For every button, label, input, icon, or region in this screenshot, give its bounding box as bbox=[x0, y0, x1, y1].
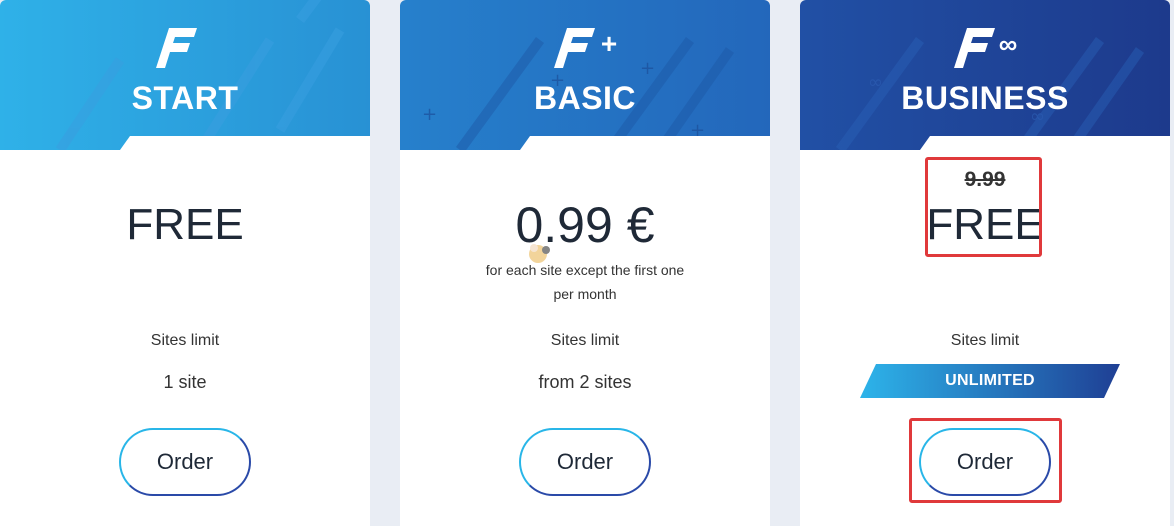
sites-limit-label: Sites limit bbox=[950, 332, 1020, 349]
sites-limit-value: 1 site bbox=[163, 372, 207, 392]
plan-logo: ∞ bbox=[800, 24, 1170, 70]
plan-price: FREE bbox=[926, 200, 1044, 249]
order-button-start[interactable]: Order bbox=[119, 428, 251, 496]
order-button-business[interactable]: Order bbox=[919, 428, 1051, 496]
plan-logo bbox=[0, 24, 370, 70]
sites-limit-label: Sites limit bbox=[150, 332, 220, 349]
plan-name: BUSINESS bbox=[901, 80, 1069, 116]
header-background: + + + + bbox=[400, 0, 770, 150]
plan-header-business: ∞ ∞ ∞ BUSINESS bbox=[800, 0, 1170, 150]
plan-price: FREE bbox=[126, 200, 244, 249]
sites-limit-label: Sites limit bbox=[550, 332, 620, 349]
old-price: 9.99 bbox=[964, 168, 1006, 191]
sites-limit-value: from 2 sites bbox=[538, 372, 632, 392]
plan-logo: + bbox=[400, 24, 770, 70]
plus-icon: + bbox=[600, 28, 618, 59]
plan-header-start: START bbox=[0, 0, 370, 150]
plan-name: BASIC bbox=[533, 80, 637, 116]
sites-limit-value: UNLIMITED bbox=[945, 372, 1035, 389]
plan-card-business: ∞ ∞ ∞ BUSINESS 9.99 FREE Sites limit UNL bbox=[800, 0, 1170, 526]
snail-icon bbox=[529, 244, 550, 263]
infinity-icon: ∞ bbox=[998, 29, 1018, 59]
watermark-logo bbox=[526, 238, 666, 290]
plan-name: START bbox=[131, 80, 239, 116]
plan-logo-f-icon bbox=[156, 28, 197, 68]
order-button-basic[interactable]: Order bbox=[519, 428, 651, 496]
header-background: ∞ ∞ bbox=[800, 0, 1170, 150]
unlimited-badge: UNLIMITED bbox=[860, 364, 1120, 398]
plan-header-basic: + + + + + BASIC bbox=[400, 0, 770, 150]
plan-card-start: START FREE Sites limit 1 site Order bbox=[0, 0, 370, 526]
header-background bbox=[0, 0, 370, 150]
